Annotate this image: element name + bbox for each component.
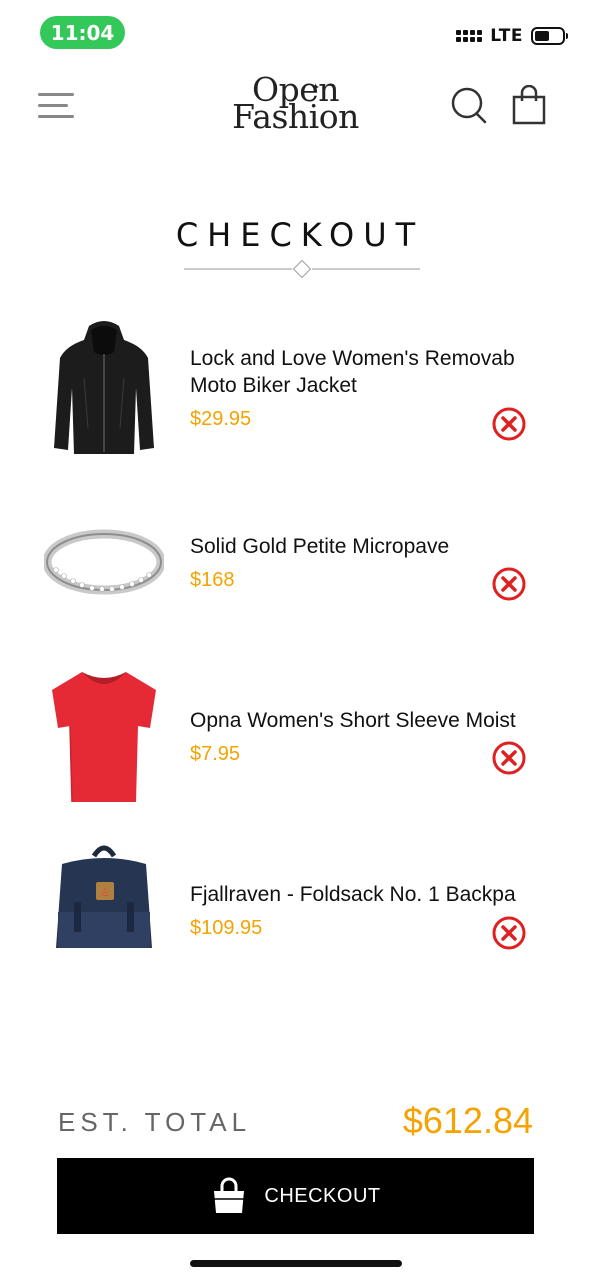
search-icon — [451, 87, 487, 124]
item-name: Solid Gold Petite Micropave — [190, 535, 450, 558]
item-price: $7.95 — [190, 743, 241, 765]
remove-x-icon — [492, 741, 526, 775]
cart-item: Solid Gold Petite Micropave $168 — [0, 500, 591, 650]
item-price: $109.95 — [190, 917, 263, 939]
item-thumbnail-ring[interactable] — [42, 500, 166, 640]
status-indicators: LTE — [456, 26, 568, 46]
shopping-bag-icon — [214, 1177, 245, 1213]
remove-x-icon — [492, 407, 526, 441]
item-thumbnail-jacket[interactable] — [44, 318, 164, 458]
remove-item-button[interactable] — [491, 740, 527, 776]
home-indicator[interactable] — [190, 1260, 402, 1267]
page-title: CHECKOUT — [175, 216, 425, 254]
network-type: LTE — [490, 26, 523, 46]
item-name: Opna Women's Short Sleeve Moist — [190, 709, 516, 732]
estimated-total-label: EST. TOTAL — [58, 1107, 252, 1137]
app-logo: Open Fashion ✦ — [0, 73, 591, 136]
item-thumbnail-tshirt[interactable] — [44, 668, 164, 808]
remove-item-button[interactable] — [491, 566, 527, 602]
checkout-screen: 11:04 LTE Open Fashion ✦ CHECKOUT Lock a… — [0, 0, 591, 1280]
cart-item: Opna Women's Short Sleeve Moist $7.95 — [0, 668, 591, 818]
sparkle-icon: ✦ — [311, 81, 320, 94]
item-thumbnail-backpack[interactable]: ♙ — [44, 842, 164, 982]
remove-x-icon — [492, 916, 526, 950]
battery-icon — [531, 27, 568, 45]
cart-item: Lock and Love Women's Removab Moto Biker… — [0, 318, 591, 468]
cart-button[interactable] — [512, 84, 546, 125]
status-time: 11:04 — [40, 16, 125, 49]
item-name: Fjallraven - Foldsack No. 1 Backpa — [190, 883, 516, 906]
remove-item-button[interactable] — [491, 915, 527, 951]
remove-item-button[interactable] — [491, 406, 527, 442]
remove-x-icon — [492, 567, 526, 601]
item-price: $168 — [190, 569, 235, 591]
signal-icon — [456, 30, 483, 42]
estimated-total-value: $612.84 — [402, 1100, 533, 1141]
item-name: Lock and Love Women's Removab Moto Biker… — [190, 347, 515, 397]
search-button[interactable] — [449, 85, 489, 125]
shopping-bag-icon — [512, 84, 546, 125]
checkout-button[interactable]: CHECKOUT — [57, 1158, 534, 1234]
checkout-button-label: CHECKOUT — [264, 1184, 381, 1207]
item-price: $29.95 — [190, 408, 252, 430]
logo-line-2: Fashion — [232, 97, 359, 136]
title-divider — [184, 260, 420, 278]
cart-item: ♙ Fjallraven - Foldsack No. 1 Backpa $10… — [0, 842, 591, 992]
svg-text:♙: ♙ — [100, 886, 110, 899]
